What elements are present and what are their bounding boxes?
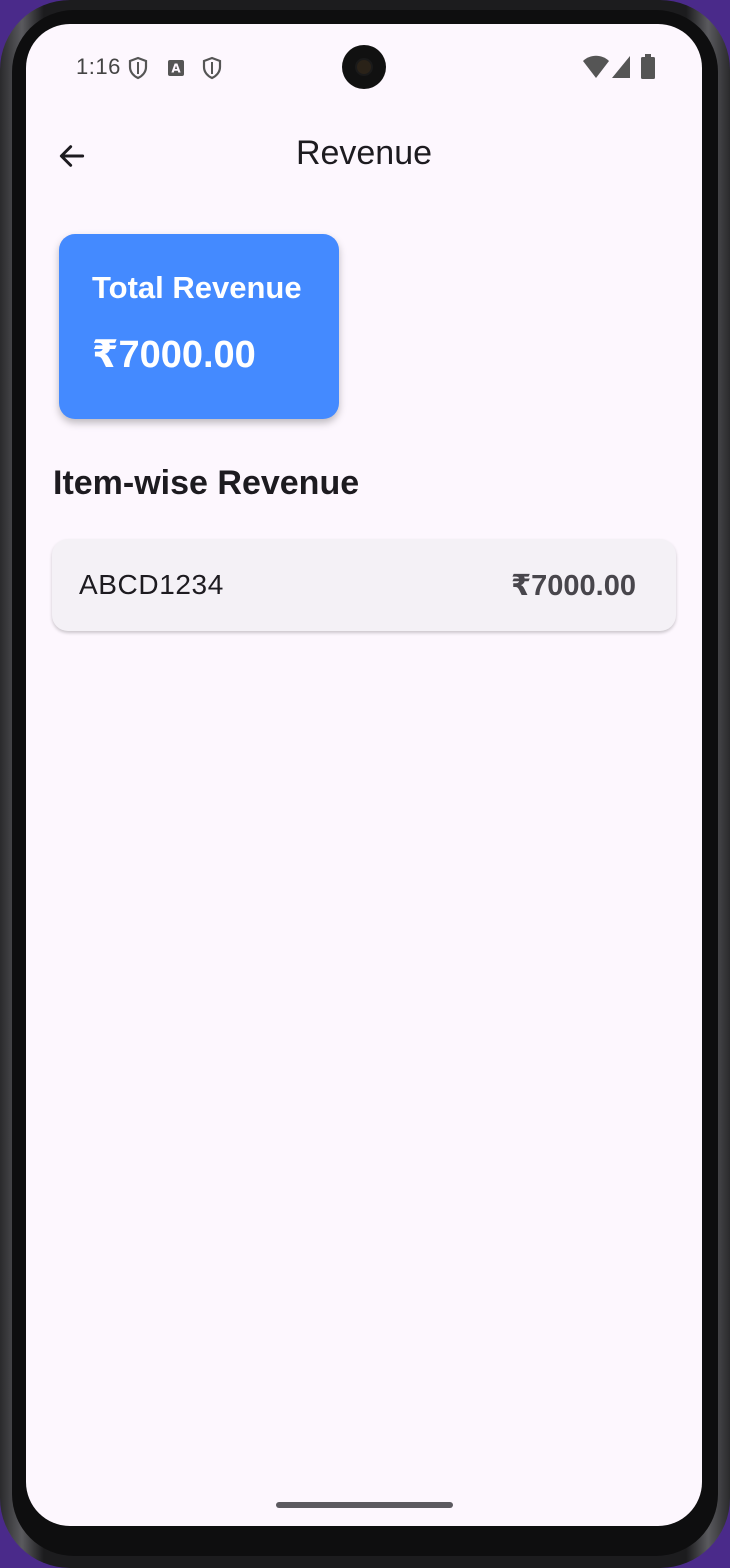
item-wise-revenue-heading: Item-wise Revenue xyxy=(53,464,360,502)
total-revenue-label: Total Revenue xyxy=(92,270,302,305)
wifi-icon xyxy=(583,55,609,78)
item-name: ABCD1234 xyxy=(79,569,224,600)
shield-icon xyxy=(128,56,148,80)
item-revenue-value: ₹7000.00 xyxy=(510,570,636,602)
screen: 1:16 A Revenue Total Revenue ₹7000.00 It… xyxy=(26,24,702,1526)
phone-frame: 1:16 A Revenue Total Revenue ₹7000.00 It… xyxy=(0,0,730,1568)
app-bar: Revenue xyxy=(26,112,702,200)
home-indicator[interactable] xyxy=(276,1502,453,1508)
total-revenue-card: Total Revenue ₹7000.00 xyxy=(59,234,339,419)
shield-icon xyxy=(202,56,222,80)
svg-text:A: A xyxy=(171,62,181,76)
status-time: 1:16 xyxy=(76,54,121,79)
total-revenue-value: ₹7000.00 xyxy=(92,334,256,376)
status-bar: 1:16 A xyxy=(26,24,702,112)
page-title: Revenue xyxy=(295,134,433,172)
battery-icon xyxy=(641,54,655,79)
list-item[interactable]: ABCD1234 ₹7000.00 xyxy=(52,539,676,631)
a-badge-icon: A xyxy=(168,60,184,76)
cellular-signal-icon xyxy=(612,56,630,78)
front-camera xyxy=(342,45,386,89)
